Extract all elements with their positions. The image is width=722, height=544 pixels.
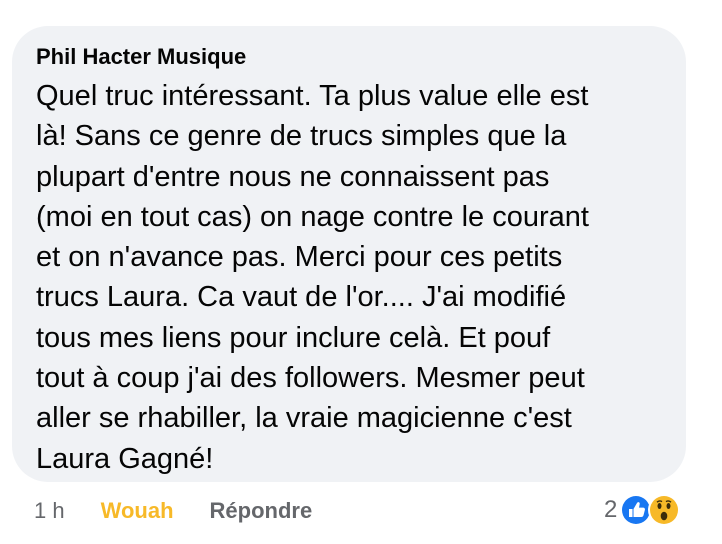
comment-timestamp[interactable]: 1 h bbox=[34, 498, 65, 524]
reaction-button[interactable]: Wouah bbox=[101, 498, 174, 524]
comment-actions: 1 h Wouah Répondre bbox=[34, 494, 312, 528]
comment-bubble: Phil Hacter Musique Quel truc intéressan… bbox=[12, 26, 686, 482]
reaction-summary[interactable]: 2 bbox=[604, 490, 681, 530]
reply-button[interactable]: Répondre bbox=[210, 498, 313, 524]
reaction-count: 2 bbox=[604, 496, 618, 523]
wow-icon bbox=[647, 493, 681, 527]
comment-author[interactable]: Phil Hacter Musique bbox=[36, 42, 662, 72]
comment-text: Quel truc intéressant. Ta plus value ell… bbox=[36, 80, 589, 475]
